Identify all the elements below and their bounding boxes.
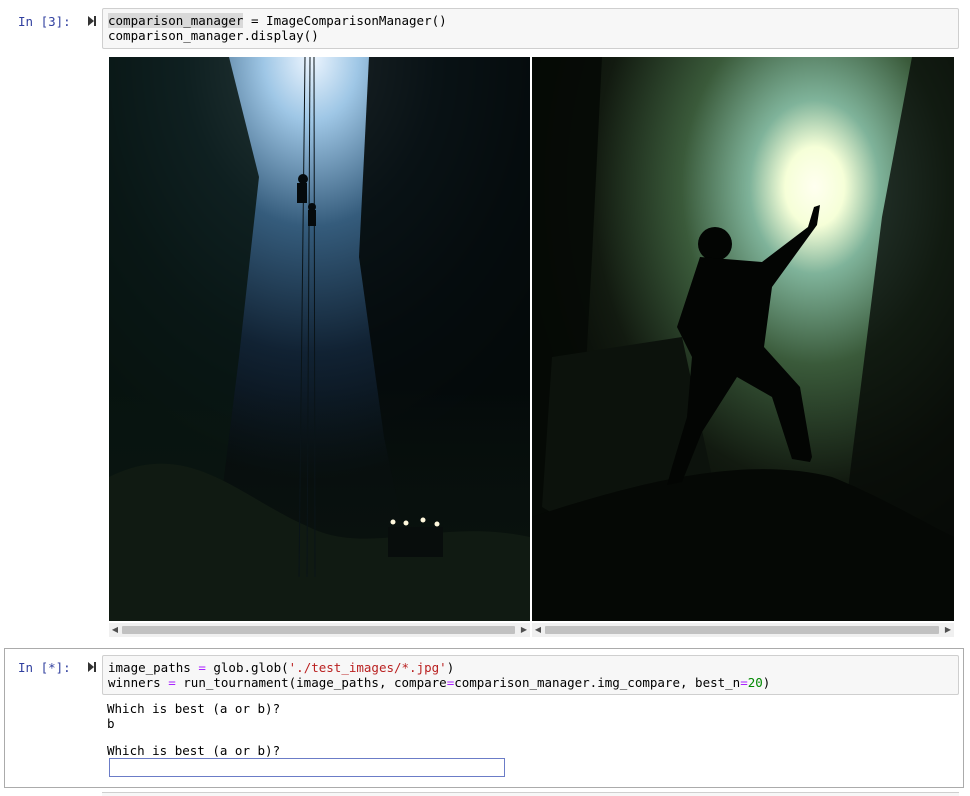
- cell-1-code-editor[interactable]: comparison_manager = ImageComparisonMana…: [102, 8, 959, 49]
- code-token: winners: [108, 675, 169, 690]
- code-token: comparison_manager.img_compare, best_n: [454, 675, 741, 690]
- code-selected-variable: comparison_manager: [108, 13, 244, 28]
- code-operator: =: [740, 675, 748, 690]
- scroll-thumb[interactable]: [122, 626, 515, 634]
- code-token: ): [762, 675, 771, 690]
- scroll-thumb[interactable]: [545, 626, 939, 634]
- run-cell-icon[interactable]: [87, 15, 97, 27]
- code-token: ): [446, 660, 455, 675]
- caver-silhouette-photo: [532, 57, 954, 621]
- code-token: =: [243, 13, 267, 28]
- right-image-scrollbar[interactable]: ◀ ▶: [532, 623, 954, 637]
- scroll-right-arrow-icon[interactable]: ▶: [943, 625, 953, 635]
- scroll-right-arrow-icon[interactable]: ▶: [519, 625, 529, 635]
- cave-rappel-photo-icon: [109, 57, 530, 621]
- code-token: image_paths: [108, 660, 199, 675]
- code-operator: =: [198, 660, 206, 675]
- code-line: comparison_manager.display(): [108, 28, 319, 43]
- output-answer-1: b: [107, 716, 115, 731]
- code-number: 20: [747, 675, 763, 690]
- cell-2-prompt: In [*]:: [18, 660, 71, 675]
- caver-silhouette-photo-icon: [532, 57, 954, 621]
- left-image-scrollbar[interactable]: ◀ ▶: [109, 623, 530, 637]
- scroll-left-arrow-icon[interactable]: ◀: [110, 625, 120, 635]
- run-cell-icon[interactable]: [87, 661, 97, 673]
- next-cell-edge: [102, 792, 959, 796]
- cave-rappel-photo: [109, 57, 530, 621]
- output-prompt-2: Which is best (a or b)?: [107, 743, 281, 758]
- code-token: run_tournament(image_paths, compare: [175, 675, 447, 690]
- stdin-input-field[interactable]: [109, 758, 505, 777]
- scroll-left-arrow-icon[interactable]: ◀: [533, 625, 543, 635]
- code-token: glob.glob(: [205, 660, 289, 675]
- code-operator: =: [168, 675, 176, 690]
- code-string: './test_images/*.jpg': [288, 660, 447, 675]
- cell-1-prompt: In [3]:: [18, 14, 71, 29]
- cell-2-code-editor[interactable]: image_paths = glob.glob('./test_images/*…: [102, 655, 959, 695]
- code-token: ImageComparisonManager(): [266, 13, 447, 28]
- output-prompt-1: Which is best (a or b)?: [107, 701, 281, 716]
